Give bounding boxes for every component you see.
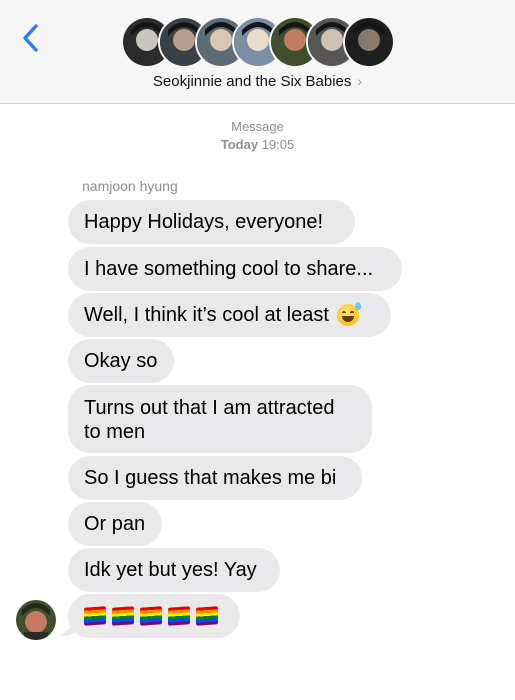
rainbow-flag-emoji-icon (112, 606, 134, 626)
conversation-header: Seokjinnie and the Six Babies › (0, 0, 515, 104)
rainbow-flag-emoji-icon (168, 606, 190, 626)
message-bubble[interactable] (68, 594, 240, 638)
message-text: Idk yet but yes! Yay (84, 559, 257, 581)
service-label: Message (231, 119, 284, 134)
thread-timestamp: Today 19:05 (0, 137, 515, 152)
message-text: I have something cool to share... (84, 258, 374, 280)
participant-avatar (343, 16, 395, 68)
message-text: Happy Holidays, everyone! (84, 211, 324, 233)
bubble-tail (60, 617, 76, 636)
message-bubble[interactable]: Idk yet but yes! Yay (68, 548, 280, 592)
group-name-label: Seokjinnie and the Six Babies (152, 73, 352, 90)
timestamp-day: Today (220, 137, 259, 152)
timestamp-time: 19:05 (261, 137, 295, 152)
message-bubble[interactable]: Or pan (68, 502, 162, 546)
rainbow-flag-emoji-icon (196, 606, 218, 626)
message-bubble[interactable]: Okay so (68, 339, 174, 383)
message-text: Turns out that I am attracted to men (84, 397, 335, 443)
sender-name: namjoon hyung (82, 178, 178, 194)
message-text: So I guess that makes me bi (84, 467, 337, 489)
group-avatars[interactable] (121, 16, 396, 68)
chevron-left-icon (23, 24, 38, 52)
message-bubble[interactable]: Turns out that I am attracted to men (68, 385, 372, 453)
group-name-button[interactable]: Seokjinnie and the Six Babies › (0, 73, 515, 90)
sweat-smile-emoji-icon (336, 302, 361, 326)
back-button[interactable] (14, 20, 46, 56)
chevron-right-icon: › (357, 73, 363, 89)
sender-avatar[interactable] (16, 600, 56, 640)
message-bubble[interactable]: Happy Holidays, everyone! (68, 200, 355, 244)
message-bubble[interactable]: So I guess that makes me bi (68, 456, 362, 500)
message-text: Okay so (84, 350, 158, 372)
rainbow-flag-emoji-icon (84, 606, 106, 626)
message-bubble[interactable]: I have something cool to share... (68, 247, 402, 291)
message-bubble[interactable]: Well, I think it’s cool at least (68, 293, 391, 337)
rainbow-flag-emoji-icon (140, 606, 162, 626)
message-text: Well, I think it’s cool at least (84, 304, 329, 326)
message-text: Or pan (84, 513, 146, 535)
